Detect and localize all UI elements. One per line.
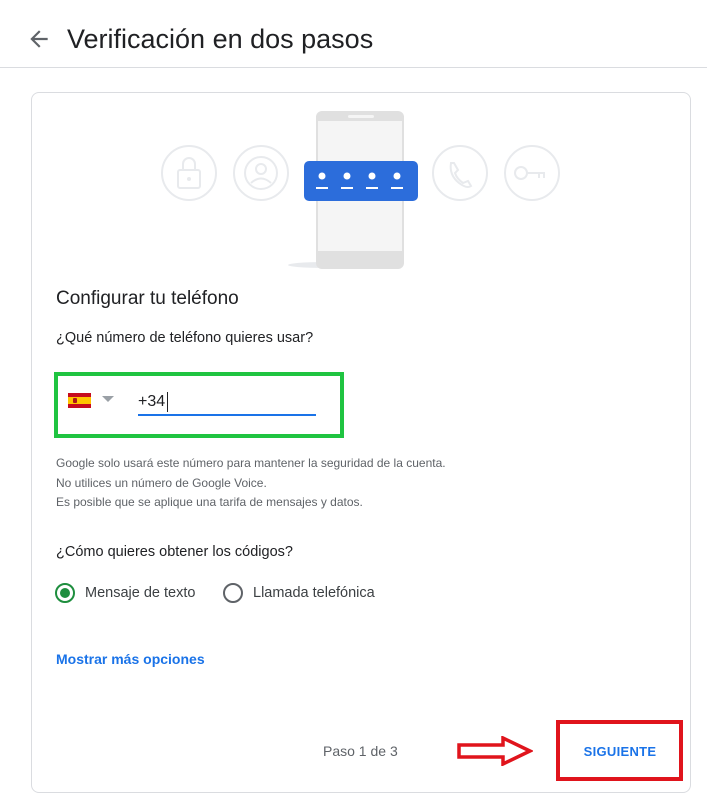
help-text: Google solo usará este número para mante… — [56, 454, 446, 513]
arrow-right-icon — [457, 736, 533, 766]
phone-icon — [432, 145, 488, 201]
codes-question: ¿Cómo quieres obtener los códigos? — [56, 544, 293, 560]
text-caret — [167, 392, 168, 412]
next-button[interactable]: SIGUIENTE — [572, 736, 668, 766]
help-line: No utilices un número de Google Voice. — [56, 475, 267, 490]
phone-device-illustration — [288, 111, 418, 269]
help-line: Google solo usará este número para mante… — [56, 456, 446, 470]
key-icon — [504, 145, 560, 201]
header-bar: Verificación en dos pasos — [0, 0, 707, 68]
setup-card: Configurar tu teléfono ¿Qué número de te… — [31, 92, 691, 793]
country-dropdown-icon[interactable] — [102, 396, 114, 402]
more-options-link[interactable]: Mostrar más opciones — [56, 651, 205, 667]
radio-text-message[interactable]: Mensaje de texto — [55, 581, 195, 605]
phone-input[interactable] — [138, 388, 316, 414]
page-title: Verificación en dos pasos — [67, 24, 374, 54]
lock-icon — [161, 145, 217, 201]
step-indicator: Paso 1 de 3 — [323, 743, 398, 759]
phone-question: ¿Qué número de teléfono quieres usar? — [56, 330, 314, 346]
radio-phone-call[interactable]: Llamada telefónica — [223, 581, 375, 605]
radio-label: Llamada telefónica — [253, 585, 375, 601]
radio-label: Mensaje de texto — [85, 585, 196, 601]
phone-input-wrapper — [138, 388, 316, 416]
section-title: Configurar tu teléfono — [56, 288, 239, 309]
arrow-back-icon[interactable] — [26, 26, 52, 52]
person-icon — [233, 145, 289, 201]
radio-checked-icon[interactable] — [55, 583, 75, 603]
help-line: Es posible que se aplique una tarifa de … — [56, 495, 363, 509]
radio-unchecked-icon[interactable] — [223, 583, 243, 603]
es-flag-icon[interactable] — [68, 393, 91, 408]
illustration — [161, 111, 560, 269]
